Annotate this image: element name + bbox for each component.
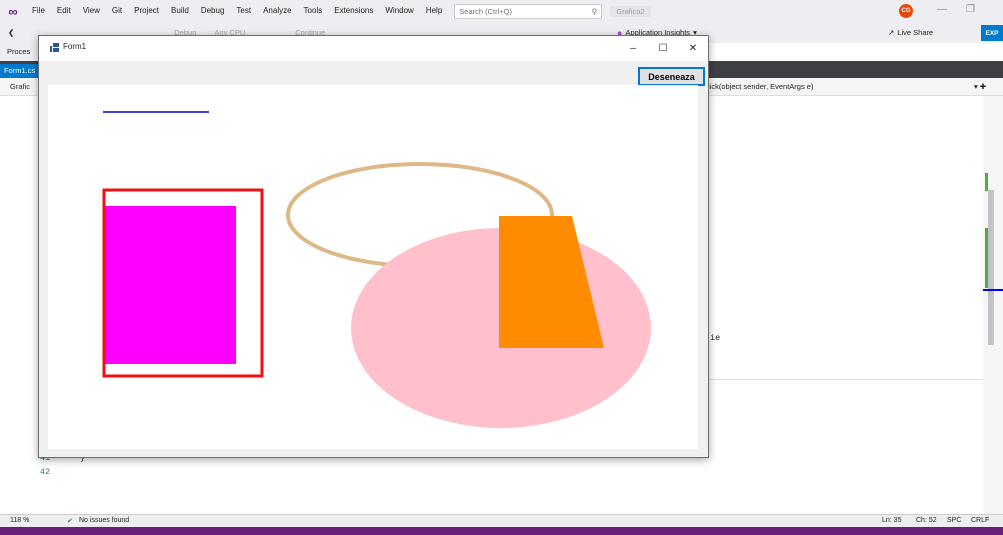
menu-debug[interactable]: Debug	[195, 0, 231, 22]
avatar[interactable]: CG	[899, 4, 913, 18]
exp-badge[interactable]: EXP	[981, 25, 1003, 41]
editor-status-bar: 118 % ✔ No issues found Ln: 35 Ch: 52 SP…	[0, 514, 1003, 527]
menu-file[interactable]: File	[26, 0, 51, 22]
code-separator	[705, 379, 983, 380]
minimize-icon[interactable]: –	[618, 38, 648, 58]
solution-name: Grafica2	[610, 5, 651, 17]
share-icon: ↗	[888, 28, 895, 37]
nav-member-dropdown[interactable]: lick(object sender, EventArgs e)	[708, 82, 813, 91]
search-input[interactable]: Search (Ctrl+Q) ⚲	[454, 3, 603, 19]
tab-form1-cs[interactable]: Form1.cs	[0, 64, 40, 78]
whitespace-indicator[interactable]: SPC	[947, 517, 961, 524]
search-icon: ⚲	[591, 6, 598, 16]
form-window-icon	[50, 43, 59, 52]
line-number-42: 42	[40, 467, 51, 477]
menu-edit[interactable]: Edit	[51, 0, 77, 22]
nav-project-dropdown[interactable]: Grafic	[10, 82, 30, 91]
form-title-bar[interactable]: Form1 – ☐ ✕	[39, 36, 708, 61]
visual-studio-logo-icon[interactable]: ∞	[0, 0, 26, 22]
line-ending-indicator[interactable]: CRLF	[971, 517, 989, 524]
caret-position-marker	[983, 289, 1003, 291]
menu-git[interactable]: Git	[106, 0, 128, 22]
close-icon[interactable]: ✕	[678, 38, 708, 58]
live-share-label: Live Share	[897, 28, 934, 37]
menu-analyze[interactable]: Analyze	[257, 0, 297, 22]
zoom-dropdown[interactable]: 118 %	[10, 517, 29, 524]
search-placeholder: Search (Ctrl+Q)	[459, 6, 513, 16]
code-fragment: ie	[710, 333, 721, 343]
restore-icon[interactable]: ❐	[966, 4, 975, 15]
vs-menu-bar: ∞ File Edit View Git Project Build Debug…	[0, 0, 1003, 22]
menu-test[interactable]: Test	[230, 0, 257, 22]
column-indicator[interactable]: Ch: 52	[916, 517, 937, 524]
menu-build[interactable]: Build	[165, 0, 195, 22]
minimize-icon[interactable]: —	[937, 4, 947, 15]
menu-project[interactable]: Project	[128, 0, 165, 22]
line-indicator[interactable]: Ln: 35	[882, 517, 901, 524]
form-title: Form1	[63, 42, 87, 51]
drawing-canvas	[48, 85, 698, 449]
form1-window: Form1 – ☐ ✕ Deseneaza	[38, 35, 709, 458]
menu-view[interactable]: View	[77, 0, 106, 22]
back-icon[interactable]: ❮	[8, 28, 14, 37]
live-share-button[interactable]: ↗ Live Share	[888, 22, 933, 43]
deseneaza-button[interactable]: Deseneaza	[638, 67, 705, 86]
vs-status-strip	[0, 527, 1003, 535]
magenta-filled-rectangle	[104, 206, 236, 364]
menu-extensions[interactable]: Extensions	[328, 0, 379, 22]
check-circle-icon: ✔	[67, 518, 73, 525]
chevron-down-icon[interactable]: ▾ ✚	[974, 82, 986, 91]
issues-status[interactable]: No issues found	[79, 517, 129, 524]
change-marker	[985, 173, 988, 191]
form-client-area: Deseneaza	[48, 61, 705, 451]
maximize-icon[interactable]: ☐	[648, 38, 678, 58]
menu-help[interactable]: Help	[420, 0, 448, 22]
scrollbar-thumb[interactable]	[988, 190, 994, 345]
menu-window[interactable]: Window	[379, 0, 419, 22]
menu-tools[interactable]: Tools	[298, 0, 329, 22]
